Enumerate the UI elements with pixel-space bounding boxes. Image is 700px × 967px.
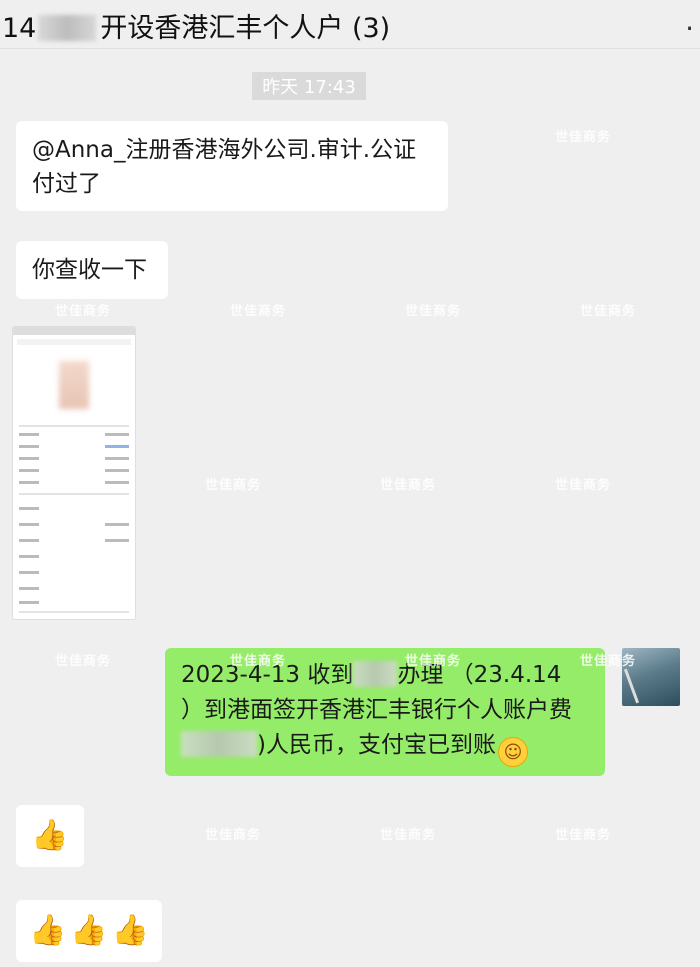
thumbs-up-icon: 👍: [28, 913, 67, 948]
watermark: 世佳商务: [55, 304, 112, 319]
image-blurred-avatar: [59, 361, 89, 409]
watermark: 世佳商务: [555, 828, 612, 843]
image-row-value: [105, 523, 129, 526]
image-row-label: [19, 555, 39, 558]
incoming-message-bubble[interactable]: @Anna_注册香港海外公司.审计.公证 付过了: [16, 121, 448, 211]
image-nav-bar: [17, 339, 131, 345]
message-line: @Anna_注册香港海外公司.审计.公证: [32, 137, 417, 163]
image-row-label: [19, 507, 39, 510]
watermark: 世佳商务: [230, 304, 287, 319]
image-row-label: [19, 571, 39, 574]
image-row-value: [105, 539, 129, 542]
image-divider: [19, 493, 129, 495]
chat-title-prefix: 14: [2, 13, 37, 44]
watermark: 世佳商务: [205, 478, 262, 493]
image-row-label: [19, 523, 39, 526]
watermark: 世佳商务: [230, 654, 287, 669]
image-row-value: [105, 433, 129, 436]
watermark: 世佳商务: [380, 828, 437, 843]
watermark: 世佳商务: [555, 130, 612, 145]
incoming-message-bubble[interactable]: 你查收一下: [16, 241, 168, 299]
chat-title-text: 开设香港汇丰个人户 (3): [100, 13, 391, 44]
image-status-bar: [13, 327, 135, 335]
image-row-label: [19, 587, 39, 590]
thumbs-up-icon: 👍: [111, 913, 150, 948]
watermark: 世佳商务: [580, 654, 637, 669]
message-text-part: )人民币，支付宝已到账: [257, 732, 496, 758]
message-line: ）到港面签开香港汇丰银行个人账户费: [181, 697, 572, 723]
image-row-label: [19, 601, 39, 604]
chat-header: 14 开设香港汇丰个人户 (3) .: [0, 0, 700, 49]
image-row-value: [105, 457, 129, 460]
message-line: )人民币，支付宝已到账 ☺: [181, 728, 589, 767]
message-line: 付过了: [32, 171, 101, 197]
watermark: 世佳商务: [405, 654, 462, 669]
smile-emoji-icon: ☺: [497, 737, 528, 767]
message-timestamp: 昨天 17:43: [252, 72, 366, 100]
thumbs-up-icon: 👍: [70, 913, 108, 948]
watermark: 世佳商务: [405, 304, 462, 319]
image-row-label: [19, 469, 39, 472]
image-row-label: [19, 433, 39, 436]
message-text: 你查收一下: [32, 257, 147, 283]
image-divider: [19, 611, 129, 613]
watermark: 世佳商务: [380, 478, 437, 493]
image-row-label: [19, 445, 39, 448]
image-row-label: [19, 539, 39, 542]
screenshot-image-message[interactable]: [12, 326, 136, 620]
watermark: 世佳商务: [205, 828, 262, 843]
image-row-value: [105, 469, 129, 472]
chat-title: 14 开设香港汇丰个人户 (3): [2, 6, 390, 45]
image-row-value: [105, 481, 129, 484]
thumbs-up-icon: 👍: [31, 818, 69, 853]
watermark: 世佳商务: [555, 478, 612, 493]
image-divider: [19, 425, 129, 427]
redacted-name: [38, 15, 97, 41]
image-row-label: [19, 457, 39, 460]
watermark: 世佳商务: [580, 304, 637, 319]
image-row-value: [105, 445, 129, 448]
redacted-amount: [181, 731, 257, 757]
incoming-message-bubble[interactable]: 👍 👍 👍: [16, 900, 162, 962]
image-row-label: [19, 481, 39, 484]
more-options-button[interactable]: .: [685, 4, 694, 37]
watermark: 世佳商务: [55, 654, 112, 669]
redacted-text: [353, 661, 398, 687]
incoming-message-bubble[interactable]: 👍: [16, 805, 84, 867]
